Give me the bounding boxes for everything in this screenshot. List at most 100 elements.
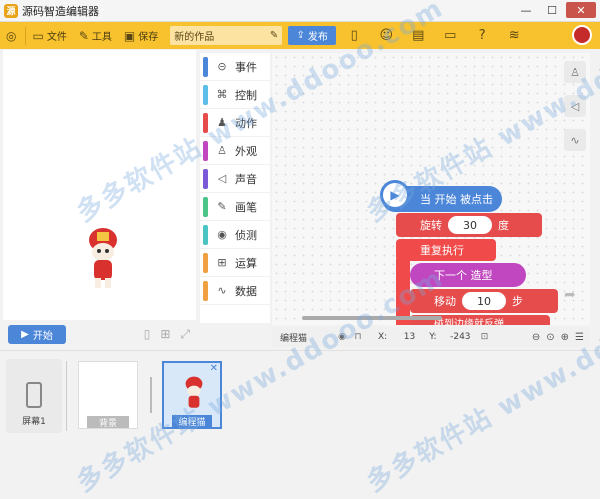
speaker-icon: ◁ <box>217 172 227 185</box>
menu-icon[interactable]: ☰ <box>575 332 584 343</box>
start-button[interactable]: ▶ 开始 <box>8 324 66 344</box>
save-icon: ▣ <box>123 28 136 43</box>
category-label: 动作 <box>235 116 257 130</box>
stage-tools: ▯ ⊞ ⤢ <box>144 327 190 342</box>
category-looks[interactable]: ♙ 外观 <box>200 137 270 165</box>
turn-block[interactable]: 旋转 30 度 <box>396 213 542 237</box>
category-events[interactable]: ⊝ 事件 <box>200 53 270 81</box>
move-block[interactable]: 移动 10 步 <box>410 289 558 313</box>
publish-button[interactable]: ⇪ 发布 <box>288 26 337 45</box>
category-color-bar <box>203 253 208 273</box>
gamepad-icon: ⌘ <box>216 88 228 101</box>
project-name-text: 新的作品 <box>174 32 215 43</box>
screen-card[interactable]: 屏幕1 <box>6 359 62 433</box>
user-avatar[interactable] <box>572 25 592 45</box>
play-icon: ▶ <box>21 328 29 340</box>
shirt-icon: ♙ <box>217 144 227 157</box>
folder-open-icon[interactable]: ▭ <box>442 28 458 43</box>
block-text: 当 开始 被点击 <box>420 193 493 206</box>
toolbar-right-group: ▯ ☺ ▤ ▭ ? ≋ <box>346 28 522 43</box>
save-button[interactable]: ▣ 保存 <box>118 22 164 49</box>
fullscreen-icon[interactable]: ⤢ <box>180 327 190 342</box>
close-button[interactable]: ✕ <box>566 2 596 18</box>
y-label: Y: <box>429 332 437 342</box>
category-color-bar <box>203 113 208 133</box>
block-text: 下一个 造型 <box>434 269 493 282</box>
category-color-bar <box>203 197 208 217</box>
maximize-button[interactable]: ☐ <box>540 2 564 18</box>
panel-divider <box>66 361 67 431</box>
redo-arrow-icon[interactable]: ➦ <box>564 287 576 303</box>
publish-label: 发布 <box>307 32 328 43</box>
minimize-button[interactable]: — <box>514 2 538 18</box>
category-control[interactable]: ⌘ 控制 <box>200 81 270 109</box>
sprite-thumbnail[interactable]: ✕ 编程猫 <box>162 361 222 429</box>
category-color-bar <box>203 281 208 301</box>
grid-icon[interactable]: ⊞ <box>160 327 170 342</box>
play-flag-icon: ▶ <box>380 180 410 210</box>
sprite-info-bar: 编程猫 ◉ ⊓ X: 13 Y: -243 ⊡ ⊖ ⊙ ⊕ ☰ <box>272 327 590 347</box>
device-icon[interactable]: ▯ <box>144 327 151 342</box>
background-thumbnail[interactable]: 背景 <box>78 361 138 429</box>
category-label: 外观 <box>235 144 257 158</box>
category-motion[interactable]: ♟ 动作 <box>200 109 270 137</box>
category-operators[interactable]: ⊞ 运算 <box>200 249 270 277</box>
scrollbar-thumb[interactable] <box>302 316 442 320</box>
repeat-forever-block[interactable]: 重复执行 <box>396 239 496 261</box>
variable-tab-icon[interactable]: ∿ <box>564 129 586 151</box>
sprite-name-field[interactable]: 编程猫 <box>280 331 336 344</box>
zoom-reset-icon[interactable]: ⊙ <box>546 332 554 343</box>
workspace-scrollbar[interactable] <box>272 316 472 322</box>
title-bar: 源 源码智造编辑器 — ☐ ✕ <box>0 0 600 22</box>
project-name-field[interactable]: 新的作品 ✎ <box>170 26 283 45</box>
lock-icon[interactable]: ⊓ <box>352 332 364 342</box>
window-title: 源码智造编辑器 <box>22 4 99 18</box>
globe-icon: ◎ <box>6 28 17 43</box>
category-pen[interactable]: ✎ 画笔 <box>200 193 270 221</box>
backpack-icon[interactable]: ▤ <box>410 28 426 43</box>
pen-icon: ✎ <box>217 200 227 213</box>
help-icon[interactable]: ? <box>474 28 490 43</box>
zoom-in-icon[interactable]: ⊕ <box>561 332 569 343</box>
next-costume-block[interactable]: 下一个 造型 <box>410 263 526 287</box>
costume-tab-icon[interactable]: ♙ <box>564 61 586 83</box>
category-label: 运算 <box>235 256 257 270</box>
wrench-icon: ✎ <box>78 28 89 43</box>
category-color-bar <box>203 85 208 105</box>
cat-sprite[interactable] <box>83 222 123 292</box>
turn-unit: 度 <box>498 219 509 232</box>
tools-label: 工具 <box>91 32 112 43</box>
background-label: 背景 <box>87 416 129 429</box>
code-workspace[interactable]: ♙ ◁ ∿ 当 开始 被点击 ▶ 旋转 30 度 重复执行 下一个 造型 移动 … <box>272 53 590 325</box>
category-data[interactable]: ∿ 数据 <box>200 277 270 305</box>
sound-tab-icon[interactable]: ◁ <box>564 95 586 117</box>
stage-canvas[interactable] <box>3 50 196 320</box>
cat-face-icon[interactable]: ☺ <box>378 28 394 43</box>
tools-menu[interactable]: ✎ 工具 <box>73 22 118 49</box>
globe-button[interactable]: ◎ <box>0 22 25 49</box>
workspace-side-tools: ♙ ◁ ∿ <box>564 61 586 151</box>
zoom-controls: ⊖ ⊙ ⊕ ☰ <box>532 332 584 343</box>
category-label: 控制 <box>235 88 257 102</box>
sprite-label: 编程猫 <box>172 415 212 428</box>
category-sensing[interactable]: ◉ 侦测 <box>200 221 270 249</box>
turn-label: 旋转 <box>420 219 442 232</box>
zoom-out-icon[interactable]: ⊖ <box>532 332 540 343</box>
file-menu[interactable]: ▭ 文件 <box>26 22 72 49</box>
app-logo-icon: 源 <box>4 3 18 18</box>
thumbnail-divider <box>150 377 152 413</box>
x-value[interactable]: 13 <box>387 332 415 342</box>
x-label: X: <box>378 332 388 342</box>
file-label: 文件 <box>46 32 67 43</box>
wifi-icon[interactable]: ≋ <box>506 28 522 43</box>
move-value-input[interactable]: 10 <box>462 292 506 310</box>
phone-icon <box>26 382 42 408</box>
y-value[interactable]: -243 <box>437 332 470 342</box>
folder-icon: ▭ <box>32 28 44 43</box>
phone-icon[interactable]: ▯ <box>346 28 362 43</box>
eye-icon[interactable]: ◉ <box>336 332 348 342</box>
direction-icon[interactable]: ⊡ <box>479 332 491 342</box>
close-icon[interactable]: ✕ <box>210 363 218 374</box>
category-sound[interactable]: ◁ 声音 <box>200 165 270 193</box>
turn-value-input[interactable]: 30 <box>448 216 492 234</box>
